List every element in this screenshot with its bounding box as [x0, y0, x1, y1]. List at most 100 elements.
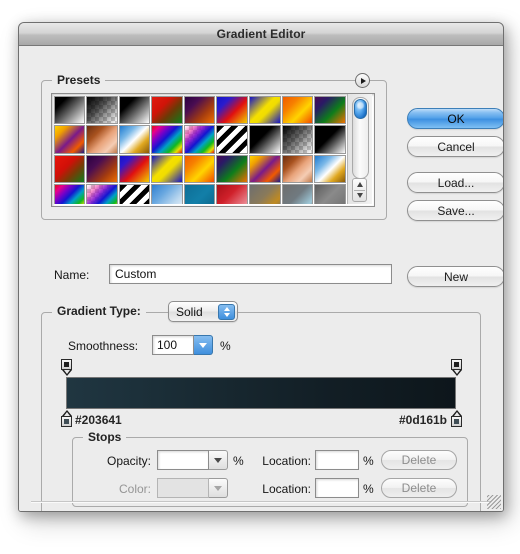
gradient-type-value: Solid	[176, 304, 203, 319]
preset-swatch[interactable]	[53, 95, 86, 124]
stepper-up-down-icon[interactable]	[218, 303, 235, 320]
preset-swatch[interactable]	[249, 154, 281, 183]
preset-swatch[interactable]	[281, 95, 314, 124]
smoothness-unit: %	[220, 339, 231, 353]
resize-grip-icon[interactable]	[487, 495, 501, 509]
preset-swatch[interactable]	[86, 95, 118, 124]
preset-swatch[interactable]	[314, 95, 346, 124]
save-button[interactable]: Save...	[407, 200, 503, 221]
opacity-stop-left-tip-inner	[63, 370, 70, 374]
preset-swatch[interactable]	[216, 125, 249, 154]
delete-opacity-stop-button[interactable]: Delete	[381, 450, 457, 470]
opacity-stop-icon[interactable]	[61, 359, 72, 376]
preset-swatch[interactable]	[249, 125, 281, 154]
name-input[interactable]	[109, 264, 392, 284]
color-stop-right-box	[451, 416, 462, 427]
opacity-unit: %	[233, 454, 244, 468]
scroll-up-arrow-icon[interactable]	[356, 182, 363, 187]
cancel-button[interactable]: Cancel	[407, 136, 503, 157]
presets-well	[51, 93, 375, 207]
preset-swatch[interactable]	[53, 184, 86, 204]
preset-swatch[interactable]	[151, 125, 183, 154]
screen: Gradient Editor Presets OK Cancel Load..…	[0, 0, 520, 554]
preset-swatch[interactable]	[314, 184, 346, 204]
preset-swatch[interactable]	[281, 125, 314, 154]
stepper-down-arrow-icon	[223, 312, 230, 317]
preset-swatch[interactable]	[53, 125, 86, 154]
title-bar[interactable]: Gradient Editor	[19, 23, 503, 46]
scrollbar-thumb[interactable]	[354, 99, 367, 119]
preset-swatch[interactable]	[118, 125, 151, 154]
presets-menu-arrow-icon[interactable]	[355, 73, 370, 88]
ok-button[interactable]: OK	[407, 108, 503, 129]
preset-swatch[interactable]	[314, 125, 346, 154]
preset-swatch[interactable]	[151, 154, 183, 183]
window-title: Gradient Editor	[216, 27, 306, 41]
opacity-location-unit: %	[363, 454, 374, 468]
preset-swatch[interactable]	[118, 95, 151, 124]
preset-swatch[interactable]	[216, 95, 249, 124]
presets-group: Presets	[41, 73, 387, 220]
opacity-stop-right-tip-inner	[453, 370, 460, 374]
preset-swatch[interactable]	[216, 184, 249, 204]
color-dropdown-icon[interactable]	[209, 478, 228, 498]
gradient-editor-dialog: Gradient Editor Presets OK Cancel Load..…	[18, 22, 504, 512]
gradient-preview-fill	[67, 378, 455, 408]
gradient-type-label: Gradient Type:	[52, 304, 146, 318]
preset-swatch[interactable]	[118, 154, 151, 183]
color-location-unit: %	[363, 482, 374, 496]
preset-swatch[interactable]	[216, 154, 249, 183]
scroll-arrow-divider	[354, 190, 365, 191]
preset-swatch[interactable]	[183, 184, 216, 204]
color-stop-left-box	[61, 416, 72, 427]
color-swatch-input[interactable]	[157, 478, 209, 498]
color-location-label: Location:	[262, 482, 311, 496]
color-label: Color:	[118, 482, 151, 496]
gradient-end-hex-label: #0d161b	[398, 413, 447, 427]
preset-swatch[interactable]	[183, 95, 216, 124]
smoothness-input[interactable]	[152, 335, 194, 355]
smoothness-label: Smoothness:	[68, 339, 139, 353]
stops-group-label: Stops	[83, 430, 127, 444]
stops-group: Stops Opacity: % Location: % Delete Colo…	[72, 430, 468, 507]
preset-swatch[interactable]	[183, 154, 216, 183]
scrollbar-track[interactable]	[352, 97, 369, 179]
opacity-stop-right-box	[451, 359, 462, 370]
preset-swatch[interactable]	[183, 125, 216, 154]
gradient-start-hex-label: #203641	[75, 413, 122, 427]
new-button[interactable]: New	[407, 266, 503, 287]
gradient-type-select[interactable]: Solid	[168, 301, 238, 322]
chevron-down-icon[interactable]	[194, 335, 213, 355]
gradient-type-group: Gradient Type: Solid Smoothness: %	[41, 301, 481, 511]
color-stop-icon[interactable]	[61, 410, 72, 427]
opacity-dropdown-icon[interactable]	[209, 450, 228, 470]
color-location-input[interactable]	[315, 478, 359, 498]
dialog-content: Presets OK Cancel Load... Save... New Na…	[19, 46, 503, 511]
preset-swatch[interactable]	[249, 95, 281, 124]
presets-scrollbar[interactable]	[347, 94, 372, 204]
color-stop-icon[interactable]	[451, 410, 462, 427]
opacity-stop-left-box	[61, 359, 72, 370]
presets-group-label: Presets	[52, 73, 106, 87]
opacity-stop-icon[interactable]	[451, 359, 462, 376]
load-button[interactable]: Load...	[407, 172, 503, 193]
preset-swatch[interactable]	[86, 125, 118, 154]
gradient-preview-bar[interactable]	[66, 377, 456, 409]
opacity-input[interactable]	[157, 450, 209, 470]
presets-swatch-grid	[53, 95, 347, 204]
preset-swatch[interactable]	[281, 154, 314, 183]
preset-swatch[interactable]	[86, 184, 118, 204]
presets-swatch-area[interactable]	[52, 94, 347, 204]
scroll-down-arrow-icon[interactable]	[356, 193, 363, 198]
opacity-location-input[interactable]	[315, 450, 359, 470]
delete-color-stop-button[interactable]: Delete	[381, 478, 457, 498]
preset-swatch[interactable]	[151, 95, 183, 124]
preset-swatch[interactable]	[249, 184, 281, 204]
preset-swatch[interactable]	[118, 184, 151, 204]
preset-swatch[interactable]	[86, 154, 118, 183]
preset-swatch[interactable]	[281, 184, 314, 204]
preset-swatch[interactable]	[53, 154, 86, 183]
scrollbar-arrows[interactable]	[352, 178, 367, 202]
preset-swatch[interactable]	[314, 154, 346, 183]
preset-swatch[interactable]	[151, 184, 183, 204]
